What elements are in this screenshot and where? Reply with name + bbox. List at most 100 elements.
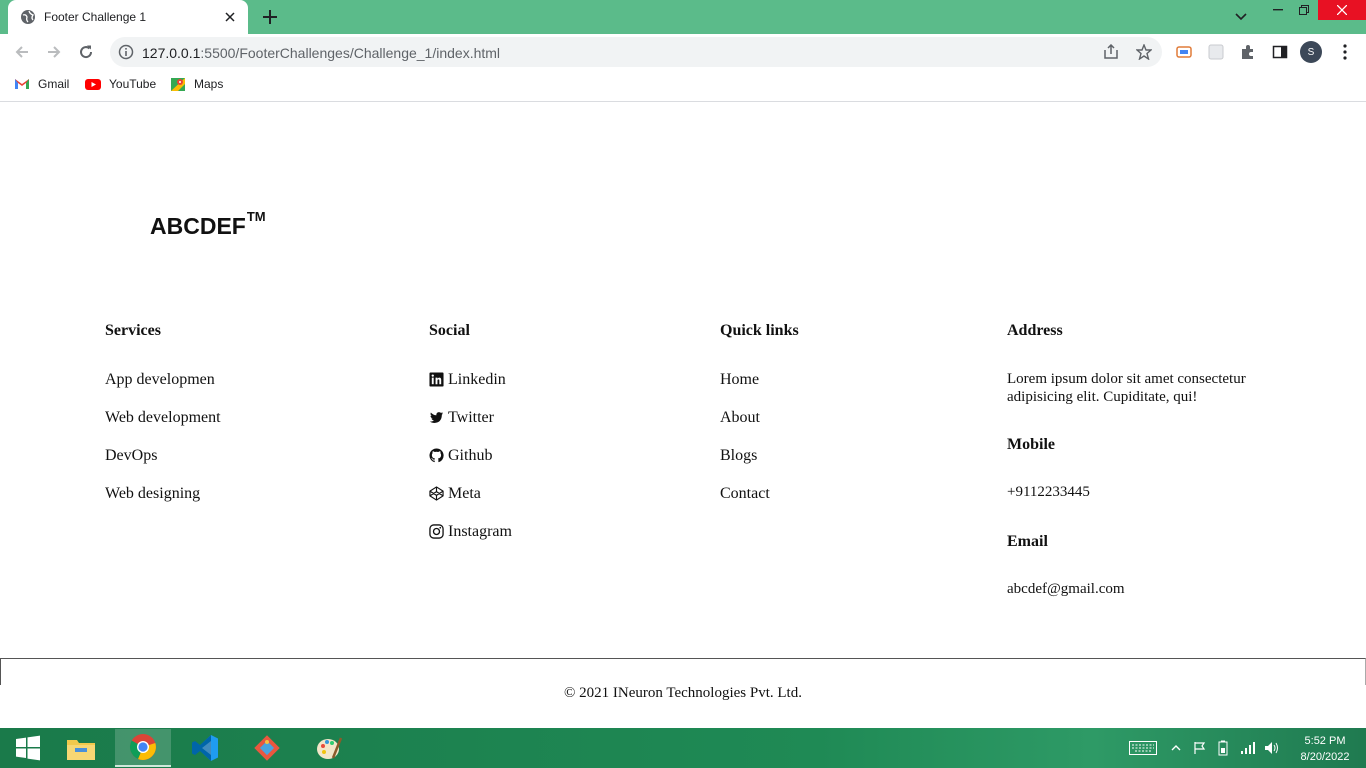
social-link-label: Twitter — [448, 409, 494, 426]
services-column: Services App developmen Web development … — [105, 322, 221, 522]
codepen-icon — [429, 486, 444, 501]
profile-avatar[interactable]: S — [1300, 41, 1322, 63]
quick-link-label: Contact — [720, 485, 770, 502]
system-clock[interactable]: 5:52 PM 8/20/2022 — [1290, 733, 1360, 765]
new-tab-button[interactable] — [258, 6, 282, 28]
bookmark-gmail[interactable]: Gmail — [14, 76, 69, 92]
maps-icon — [171, 78, 185, 91]
services-item-label: Web designing — [105, 485, 201, 502]
battery-button[interactable] — [1215, 740, 1231, 756]
url-text[interactable]: 127.0.0.1:5500/FooterChallenges/Challeng… — [142, 45, 500, 61]
bookmark-maps[interactable]: Maps — [170, 76, 223, 92]
mobile-number: +9112233445 — [1007, 484, 1090, 500]
puzzle-icon — [1242, 45, 1253, 59]
close-tab-icon[interactable] — [222, 9, 238, 25]
mobile-heading: Mobile — [1007, 436, 1055, 453]
taskbar-git-gui[interactable] — [239, 729, 295, 767]
share-icon — [1104, 44, 1118, 59]
paint-icon — [317, 737, 343, 759]
bookmark-star-button[interactable] — [1135, 43, 1153, 61]
speaker-icon — [1265, 742, 1278, 754]
bookmark-label: Maps — [194, 77, 224, 91]
chrome-icon — [129, 734, 156, 760]
show-hidden-icons-button[interactable] — [1168, 740, 1184, 756]
services-item[interactable]: Web development — [105, 408, 221, 446]
arrow-right-icon — [48, 46, 61, 58]
gmail-icon — [15, 79, 29, 89]
social-link-meta[interactable]: Meta — [429, 484, 512, 522]
instagram-icon — [429, 524, 444, 539]
email-heading: Email — [1007, 533, 1048, 550]
social-link-twitter[interactable]: Twitter — [429, 408, 512, 446]
services-item[interactable]: DevOps — [105, 446, 221, 484]
address-bar[interactable]: 127.0.0.1:5500/FooterChallenges/Challeng… — [110, 37, 1162, 67]
linkedin-icon — [429, 372, 444, 387]
address-text: Lorem ipsum dolor sit amet consectetur a… — [1007, 371, 1246, 405]
flag-icon — [1194, 742, 1206, 754]
restore-button[interactable] — [1289, 0, 1319, 20]
browser-tab[interactable]: Footer Challenge 1 — [8, 0, 248, 34]
social-heading: Social — [429, 322, 470, 339]
page-content: ABCDEFTM Services App developmen Web dev… — [0, 103, 1366, 728]
taskbar-file-explorer[interactable] — [53, 729, 109, 767]
services-item-label: Web development — [105, 409, 221, 426]
quick-links-column: Quick links Home About Blogs Contact — [720, 322, 799, 522]
taskbar-paint[interactable] — [301, 729, 357, 767]
tab-search-button[interactable] — [1226, 7, 1256, 27]
quick-link-blogs[interactable]: Blogs — [720, 446, 799, 484]
quick-link-contact[interactable]: Contact — [720, 484, 799, 522]
github-icon — [429, 448, 444, 463]
services-item[interactable]: App developmen — [105, 370, 221, 408]
chevron-down-icon — [1235, 13, 1247, 21]
quick-link-home[interactable]: Home — [720, 370, 799, 408]
signal-icon — [1241, 742, 1255, 754]
plus-icon — [263, 10, 277, 24]
network-button[interactable] — [1240, 740, 1256, 756]
cast-extension-button[interactable] — [1175, 43, 1193, 61]
keyboard-icon — [1129, 741, 1157, 755]
social-link-instagram[interactable]: Instagram — [429, 522, 512, 560]
services-item[interactable]: Web designing — [105, 484, 221, 522]
extensions-button[interactable] — [1239, 43, 1257, 61]
star-icon — [1136, 44, 1152, 60]
globe-icon — [21, 10, 35, 24]
url-host: 127.0.0.1 — [142, 45, 201, 61]
taskbar-vscode[interactable] — [177, 729, 233, 767]
action-center-flag[interactable] — [1192, 740, 1208, 756]
twitter-icon — [429, 412, 444, 423]
close-icon — [1337, 5, 1347, 15]
social-link-label: Github — [448, 447, 493, 464]
back-button[interactable] — [10, 40, 34, 64]
git-icon — [254, 735, 280, 761]
close-window-button[interactable] — [1318, 0, 1366, 20]
taskbar-chrome[interactable] — [115, 729, 171, 767]
brand-name: ABCDEF — [150, 213, 246, 239]
social-link-label: Instagram — [448, 523, 512, 540]
copyright-text: © 2021 INeuron Technologies Pvt. Ltd. — [564, 685, 802, 701]
social-link-linkedin[interactable]: Linkedin — [429, 370, 512, 408]
volume-button[interactable] — [1264, 740, 1280, 756]
side-panel-button[interactable] — [1271, 43, 1289, 61]
social-link-label: Linkedin — [448, 371, 506, 388]
youtube-icon — [85, 79, 101, 90]
battery-icon — [1218, 740, 1228, 756]
start-button[interactable] — [0, 729, 56, 767]
footer-divider — [0, 658, 1366, 685]
quick-link-about[interactable]: About — [720, 408, 799, 446]
clock-time: 5:52 PM — [1304, 735, 1346, 747]
extension-square-icon — [1208, 44, 1224, 60]
side-panel-icon — [1272, 45, 1288, 59]
forward-button[interactable] — [42, 40, 66, 64]
bookmark-youtube[interactable]: YouTube — [85, 76, 156, 92]
reload-button[interactable] — [74, 40, 98, 64]
touch-keyboard-button[interactable] — [1128, 740, 1158, 756]
menu-button[interactable] — [1336, 43, 1354, 61]
site-info-icon[interactable] — [118, 44, 134, 60]
file-explorer-icon — [67, 740, 95, 760]
bookmark-label: YouTube — [109, 77, 157, 91]
windows-taskbar: 5:52 PM 8/20/2022 — [0, 728, 1366, 768]
share-button[interactable] — [1102, 43, 1120, 61]
restore-icon — [1299, 5, 1309, 15]
extension-button[interactable] — [1207, 43, 1225, 61]
social-link-github[interactable]: Github — [429, 446, 512, 484]
